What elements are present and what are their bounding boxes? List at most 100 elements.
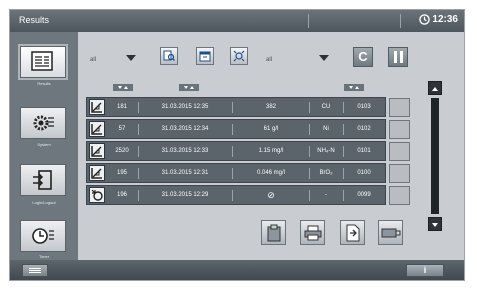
sort-desc-icon bbox=[184, 86, 188, 89]
nav-label-timer: Timer bbox=[38, 254, 50, 259]
export-document-icon bbox=[346, 224, 359, 241]
info-button[interactable]: i bbox=[406, 264, 444, 277]
sort-asc-icon bbox=[190, 86, 194, 89]
nav-timer-button[interactable] bbox=[20, 220, 66, 252]
table-row[interactable]: 57 31.03.2015 12:34 61 g/l Ni 0102 bbox=[86, 119, 386, 139]
scroll-track[interactable] bbox=[431, 98, 439, 214]
window-title: Results bbox=[19, 15, 50, 25]
column-divider bbox=[138, 124, 139, 135]
timer-icon bbox=[32, 228, 54, 244]
row-id: 57 bbox=[118, 126, 126, 132]
row-value: ⊘ bbox=[267, 190, 275, 200]
sort-desc-icon bbox=[118, 86, 122, 89]
sort-id-control[interactable] bbox=[113, 84, 133, 91]
column-divider bbox=[232, 168, 233, 179]
usb-export-button[interactable] bbox=[378, 220, 403, 245]
export-button[interactable] bbox=[340, 220, 365, 245]
nav-label-results: Results bbox=[37, 81, 51, 86]
filter-1-dropdown-icon[interactable] bbox=[126, 55, 136, 61]
filter-2-value: all bbox=[266, 57, 273, 63]
row-id: 181 bbox=[116, 104, 127, 110]
clock-time: 12:36 bbox=[432, 14, 458, 25]
row-checkbox[interactable] bbox=[389, 142, 410, 161]
table-row[interactable]: 196 31.03.2015 12:29 ⊘ - 0099 bbox=[86, 185, 386, 205]
row-code: 0102 bbox=[357, 126, 371, 132]
nav-system-button[interactable] bbox=[20, 107, 66, 139]
title-bar: Results 12:36 bbox=[10, 10, 464, 32]
row-checkbox[interactable] bbox=[389, 164, 410, 183]
row-parameter: BrO₃ bbox=[319, 170, 333, 176]
calibration-curve-icon bbox=[89, 99, 105, 115]
clipboard-icon bbox=[267, 224, 280, 241]
side-navigation: Results System Login/Logout Timer bbox=[10, 32, 78, 260]
row-datetime: 31.03.2015 12:31 bbox=[161, 170, 209, 176]
table-scrollbar[interactable] bbox=[428, 81, 442, 231]
screen: Results 12:36 Results System Login/Logou… bbox=[9, 9, 465, 281]
column-divider bbox=[232, 102, 233, 113]
system-gear-icon bbox=[33, 115, 54, 131]
sort-desc-icon bbox=[349, 86, 353, 89]
table-row[interactable]: 2520 31.03.2015 12:33 1.15 mg/l NH₄-N 01… bbox=[86, 141, 386, 161]
row-checkbox[interactable] bbox=[389, 98, 410, 117]
row-code: 0100 bbox=[357, 170, 371, 176]
sort-code-control[interactable] bbox=[344, 84, 364, 91]
login-logout-icon bbox=[33, 170, 52, 190]
target-icon bbox=[233, 50, 245, 62]
calendar-button[interactable] bbox=[196, 47, 214, 65]
row-value: 1.15 mg/l bbox=[258, 148, 284, 154]
menu-icon bbox=[29, 268, 41, 273]
target-button[interactable] bbox=[230, 47, 248, 65]
menu-button[interactable] bbox=[22, 264, 48, 277]
clear-filter-button[interactable]: C bbox=[353, 47, 373, 67]
calibration-curve-icon bbox=[89, 165, 105, 181]
arrow-up-icon bbox=[432, 87, 438, 91]
pause-button[interactable] bbox=[388, 47, 408, 67]
row-code: 0103 bbox=[357, 104, 371, 110]
usb-stick-icon bbox=[381, 228, 400, 237]
row-code: 0099 bbox=[357, 192, 371, 198]
column-divider bbox=[343, 124, 344, 135]
nav-label-login-logout: Login/Logout bbox=[32, 200, 56, 205]
column-divider bbox=[232, 124, 233, 135]
sort-asc-icon bbox=[124, 86, 128, 89]
row-checkbox[interactable] bbox=[389, 186, 410, 205]
table-row[interactable]: 181 31.03.2015 12:35 382 CU 0103 bbox=[86, 97, 386, 117]
column-divider bbox=[309, 102, 310, 113]
column-divider bbox=[232, 146, 233, 157]
column-divider bbox=[343, 168, 344, 179]
row-id: 195 bbox=[116, 170, 127, 176]
title-divider bbox=[400, 14, 401, 28]
bottom-bar: i bbox=[10, 260, 464, 280]
column-divider bbox=[309, 124, 310, 135]
row-parameter: - bbox=[325, 192, 327, 198]
print-button[interactable] bbox=[300, 220, 325, 245]
calibration-curve-icon bbox=[89, 121, 105, 137]
search-document-button[interactable] bbox=[160, 47, 178, 65]
sample-info-icon bbox=[89, 187, 105, 203]
column-divider bbox=[232, 190, 233, 201]
arrow-down-icon bbox=[432, 223, 438, 227]
nav-label-system: System bbox=[37, 142, 51, 147]
row-value: 382 bbox=[265, 104, 276, 110]
results-icon bbox=[31, 51, 53, 71]
column-divider bbox=[138, 146, 139, 157]
printer-icon bbox=[304, 225, 321, 240]
row-parameter: CU bbox=[321, 104, 331, 110]
scroll-down-button[interactable] bbox=[428, 217, 442, 231]
clock-icon bbox=[419, 14, 431, 25]
filter-2-dropdown-icon[interactable] bbox=[319, 55, 329, 61]
row-id: 196 bbox=[116, 192, 127, 198]
sort-date-control[interactable] bbox=[179, 84, 199, 91]
clock: 12:36 bbox=[419, 14, 458, 25]
column-divider bbox=[138, 190, 139, 201]
row-parameter: NH₄-N bbox=[317, 148, 335, 154]
clipboard-button[interactable] bbox=[261, 220, 286, 245]
nav-login-logout-button[interactable] bbox=[20, 164, 66, 196]
row-datetime: 31.03.2015 12:29 bbox=[161, 192, 209, 198]
column-divider bbox=[309, 190, 310, 201]
row-checkbox[interactable] bbox=[389, 120, 410, 139]
scroll-up-button[interactable] bbox=[428, 81, 442, 95]
table-row[interactable]: 195 31.03.2015 12:31 0.046 mg/l BrO₃ 010… bbox=[86, 163, 386, 183]
nav-results-button[interactable] bbox=[20, 46, 66, 78]
search-document-icon bbox=[163, 50, 175, 61]
